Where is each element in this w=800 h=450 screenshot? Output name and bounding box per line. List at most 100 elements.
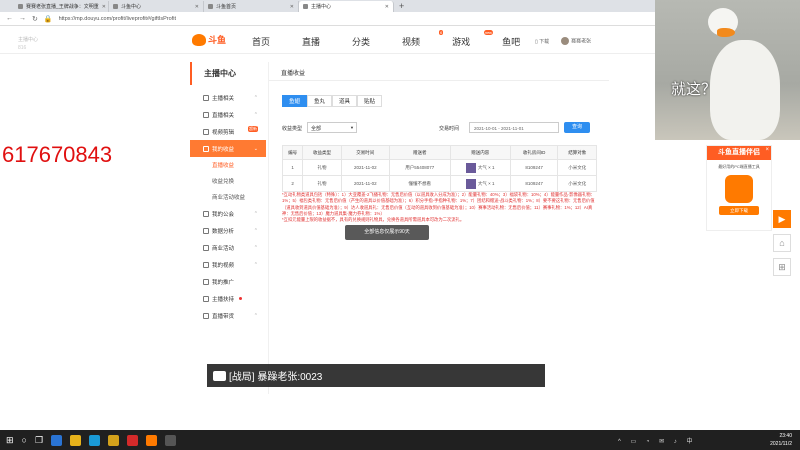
nav-fishbar[interactable]: 鱼吧 xyxy=(502,35,536,48)
url-field[interactable]: https://mp.douyu.com/profit/liveprofit#/… xyxy=(59,16,176,22)
note-2: *互扣元能量上限的收益据不，具有的兑换规则礼物具，兑换各道具所需道具本可改为二次… xyxy=(282,217,465,223)
tab-label: 主播中心 xyxy=(311,4,332,10)
app-icon[interactable] xyxy=(89,434,101,446)
sidebar-item-commerce[interactable]: 直播带货 ⌃ xyxy=(190,307,266,324)
tab-favicon xyxy=(208,4,213,9)
table-cell: 2021-11-02 xyxy=(340,159,390,176)
gift-text: 大气 × 1 xyxy=(477,164,495,170)
tab-tietie[interactable]: 贴贴 xyxy=(357,95,383,107)
type-select-value: 全部 xyxy=(311,126,322,132)
sidebar-item-video-clip[interactable]: 视频剪辑 超新 xyxy=(190,123,266,140)
sidebar: 主播中心 主播相关 ⌃ 直播相关 ⌃ 视频剪辑 超新 我的收益 ⌄ 直播收益 收益兑换 … xyxy=(190,62,266,394)
clock[interactable]: 23:40 2021/11/2 xyxy=(770,432,792,448)
sidebar-item-analytics[interactable]: 数据分析 ⌃ xyxy=(190,222,266,239)
nav-category[interactable]: 分类 xyxy=(352,35,386,48)
megaphone-icon xyxy=(203,278,209,285)
type-select[interactable]: 全部 ▼ xyxy=(307,122,357,133)
user-menu[interactable]: 赛赛老张 xyxy=(561,37,591,45)
close-icon[interactable]: ✕ xyxy=(290,4,294,10)
sidebar-item-label: 我的公会 xyxy=(212,211,235,218)
download-button[interactable]: 立即下载 xyxy=(719,206,759,215)
tab-yuchi[interactable]: 鱼翅 xyxy=(282,95,308,107)
lang-indicator[interactable]: 中 xyxy=(686,439,696,445)
avatar xyxy=(561,37,570,45)
sidebar-item-my-videos[interactable]: 我的视频 ⌃ xyxy=(190,256,266,273)
grid-icon[interactable]: ⊞ xyxy=(773,258,791,276)
address-bar: ← → ↻ 🔒 https://mp.douyu.com/profit/live… xyxy=(0,12,655,26)
sidebar-item-label: 我的收益 xyxy=(212,146,235,153)
tray-icons[interactable]: ^ ▭ ◔ ✉ ♪ 中 xyxy=(618,436,697,445)
table-row: 2 礼物 2021-11-02 懂懂不想看 大气 × 1 8109247 小米文… xyxy=(281,175,597,192)
tab-yuwan[interactable]: 鱼丸 xyxy=(307,95,333,107)
chevron-down-icon: ⌃ xyxy=(253,111,258,118)
nav-video[interactable]: 视频 6 xyxy=(402,30,444,48)
douyu-assistant-ad[interactable]: 斗鱼直播伴侣 × 最好用的PC端直播工具 立即下载 xyxy=(706,145,772,231)
header-right: ▯ 下载 赛赛老张 xyxy=(535,37,591,45)
cart-icon xyxy=(203,312,209,319)
ghost-text-2: 816 xyxy=(18,45,27,51)
browser-tab-1[interactable]: 赛赛老张直播_王牌战争：文明重 ✕ xyxy=(14,1,109,12)
filter-bar: 收益类型 全部 ▼ 交易时间 2021-10-01 - 2021-11-01 查询 xyxy=(282,122,602,134)
col-header: 收礼房间ID xyxy=(509,145,559,160)
main-nav: 首页 直播 分类 视频 6 游戏 new 鱼吧 xyxy=(252,30,552,48)
sidebar-item-business[interactable]: 商业活动 ⌃ xyxy=(190,239,266,256)
nav-live[interactable]: 直播 xyxy=(302,35,336,48)
sidebar-item-label: 主播扶持 xyxy=(212,296,235,303)
earnings-tabs: 鱼翅 鱼丸 道具 贴贴 xyxy=(282,95,383,107)
tab-label: 斗鱼中心 xyxy=(121,4,142,10)
sidebar-item-guild[interactable]: 我的公会 ⌃ xyxy=(190,205,266,222)
app-icon[interactable] xyxy=(127,434,139,446)
table-cell: 1 xyxy=(281,159,304,176)
chevron-down-icon: ⌃ xyxy=(253,312,258,319)
note-1: *互动礼物类道具包括（特殊）：1）大亚覆盖-2飞播礼物：无售后价值（以道具收入分… xyxy=(282,192,595,216)
new-tab-icon[interactable]: + xyxy=(394,1,409,12)
query-button[interactable]: 查询 xyxy=(564,122,590,133)
reload-icon[interactable]: ↻ xyxy=(32,15,38,23)
wallet-icon xyxy=(203,145,209,152)
douyu-logo[interactable]: 斗鱼 xyxy=(192,33,226,46)
windows-start-icon[interactable]: ⊞ xyxy=(6,435,14,446)
search-icon[interactable]: ○ xyxy=(22,435,27,445)
taskview-icon[interactable]: ❐ xyxy=(35,435,43,446)
sidebar-sub-exchange[interactable]: 收益兑换 xyxy=(190,173,266,189)
close-icon[interactable]: ✕ xyxy=(102,4,106,10)
folder-icon[interactable] xyxy=(70,434,82,446)
sidebar-item-promotion[interactable]: 我的推广 xyxy=(190,273,266,290)
video-icon[interactable]: ▶ xyxy=(773,210,791,228)
forward-icon[interactable]: → xyxy=(19,15,26,22)
nav-label: 视频 xyxy=(402,37,421,47)
back-icon[interactable]: ← xyxy=(6,15,13,22)
browser-tab-2[interactable]: 斗鱼中心 ✕ xyxy=(109,1,204,12)
browser-tab-4[interactable]: 主播中心 ✕ xyxy=(299,1,394,12)
douyu-app-icon[interactable] xyxy=(146,434,158,446)
table-cell: 礼物 xyxy=(302,159,342,176)
close-icon[interactable]: ✕ xyxy=(385,4,389,10)
sidebar-item-earnings[interactable]: 我的收益 ⌄ xyxy=(190,140,266,157)
browser-tab-3[interactable]: 斗鱼首页 ✕ xyxy=(204,1,299,12)
close-icon[interactable]: ✕ xyxy=(195,4,199,10)
username: 赛赛老张 xyxy=(571,38,592,45)
divider xyxy=(269,80,609,81)
nav-game[interactable]: 游戏 new xyxy=(452,30,494,48)
date-range-input[interactable]: 2021-10-01 - 2021-11-01 xyxy=(469,122,559,133)
app-icon[interactable] xyxy=(108,434,120,446)
hot-badge: 超新 xyxy=(248,126,258,132)
nav-label: 首页 xyxy=(252,37,271,47)
app-icon[interactable] xyxy=(165,434,177,446)
home-icon[interactable]: ⌂ xyxy=(773,234,791,252)
film-icon xyxy=(203,261,209,268)
sidebar-item-support[interactable]: 主播扶持 xyxy=(190,290,266,307)
tab-props[interactable]: 道具 xyxy=(332,95,358,107)
nav-home[interactable]: 首页 xyxy=(252,35,286,48)
edge-icon[interactable] xyxy=(51,434,63,446)
sidebar-item-streamer[interactable]: 主播相关 ⌃ xyxy=(190,89,266,106)
duck-body xyxy=(710,40,780,140)
chevron-down-icon: ⌃ xyxy=(253,227,258,234)
sidebar-item-label: 直播相关 xyxy=(212,112,235,119)
close-icon[interactable]: × xyxy=(765,147,769,153)
download-link[interactable]: ▯ 下载 xyxy=(535,38,549,45)
sidebar-sub-live-earnings[interactable]: 直播收益 xyxy=(190,157,266,173)
guild-icon xyxy=(203,210,209,217)
sidebar-item-live[interactable]: 直播相关 ⌃ xyxy=(190,106,266,123)
sidebar-sub-business-earnings[interactable]: 商业活动收益 xyxy=(190,189,266,205)
